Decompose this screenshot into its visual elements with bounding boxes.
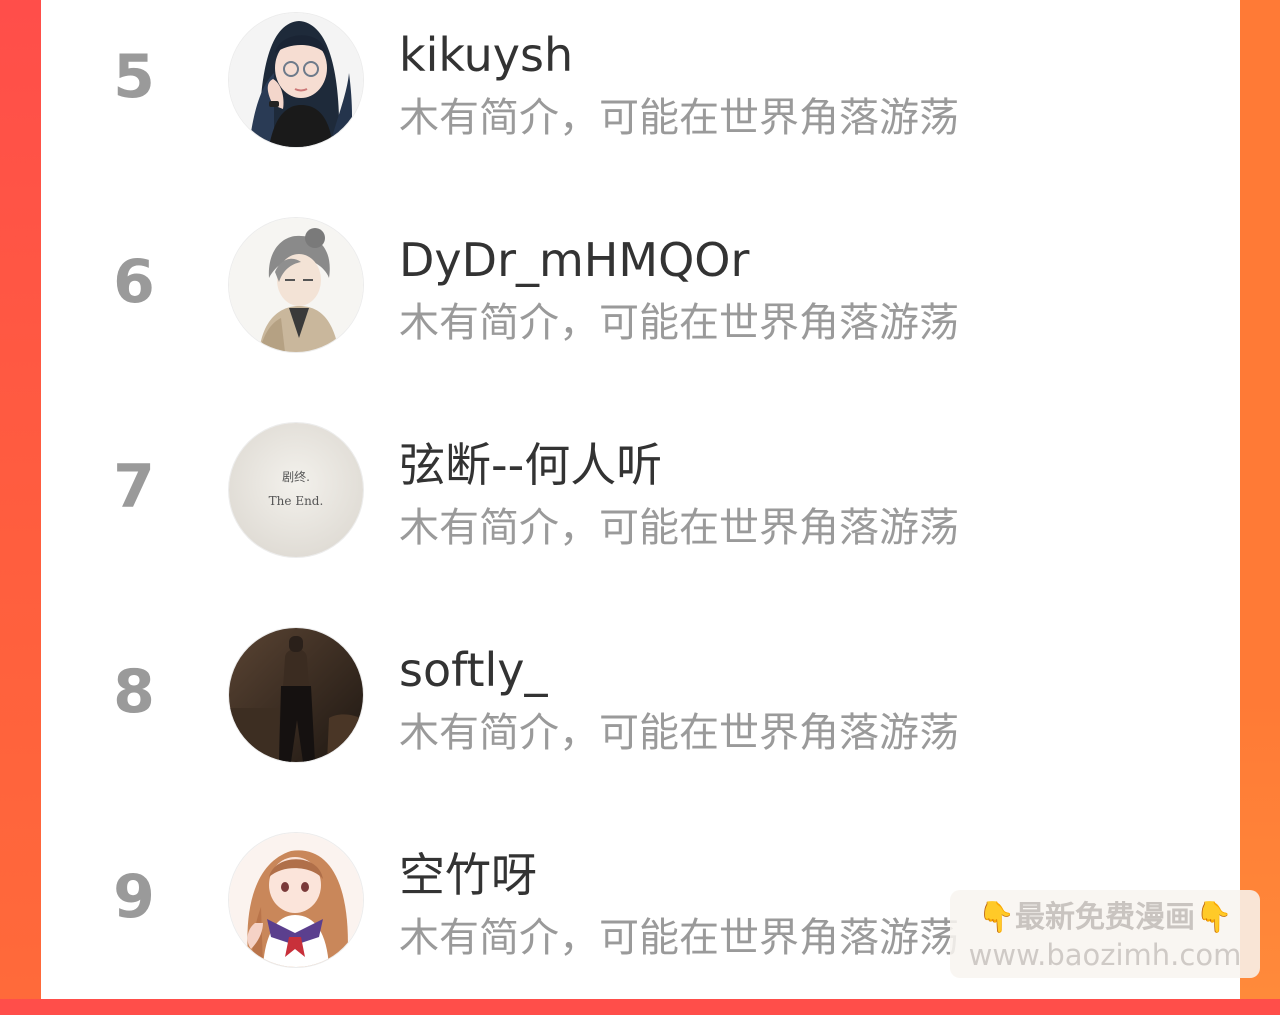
- avatar-grey-hair-boy-icon[interactable]: [229, 218, 363, 352]
- avatar-caption-en: The End.: [269, 494, 324, 508]
- watermark-url[interactable]: www.baozimh.com: [950, 936, 1260, 974]
- avatar-the-end-text-icon[interactable]: 剧终. The End.: [229, 423, 363, 557]
- rank-number: 5: [113, 42, 155, 112]
- user-name[interactable]: 空竹呀: [399, 847, 537, 903]
- ranking-panel: 5 kikuysh 木有简介，可能在世界角落游荡 6 DyDr_mHMQOr 木…: [41, 0, 1240, 999]
- rank-number: 9: [113, 862, 155, 932]
- avatar-dark-room-figure-icon[interactable]: [229, 628, 363, 762]
- avatar-anime-sailor-girl-icon[interactable]: [229, 833, 363, 967]
- user-name[interactable]: DyDr_mHMQOr: [399, 232, 749, 288]
- right-background-strip: [1240, 0, 1280, 999]
- ranking-row[interactable]: 7 剧终. The End. 弦断--何人听 木有简介，可能在世界角落游荡: [41, 423, 1240, 605]
- user-name[interactable]: 弦断--何人听: [399, 437, 662, 493]
- user-bio: 木有简介，可能在世界角落游荡: [399, 300, 959, 346]
- user-bio: 木有简介，可能在世界角落游荡: [399, 710, 959, 756]
- watermark-title: 👇最新免费漫画👇: [977, 900, 1233, 935]
- avatar-caption-cn: 剧终.: [282, 469, 310, 484]
- user-bio: 木有简介，可能在世界角落游荡: [399, 95, 959, 141]
- user-bio: 木有简介，可能在世界角落游荡: [399, 915, 959, 961]
- ranking-row[interactable]: 5 kikuysh 木有简介，可能在世界角落游荡: [41, 13, 1240, 195]
- ranking-row[interactable]: 8 softly_ 木有简介，可能在世界角落游荡: [41, 628, 1240, 810]
- site-watermark[interactable]: 👇最新免费漫画👇 www.baozimh.com: [950, 890, 1260, 978]
- avatar-glasses-girl-icon[interactable]: [229, 13, 363, 147]
- user-name[interactable]: kikuysh: [399, 27, 573, 83]
- user-bio: 木有简介，可能在世界角落游荡: [399, 505, 959, 551]
- ranking-row[interactable]: 6 DyDr_mHMQOr 木有简介，可能在世界角落游荡: [41, 218, 1240, 400]
- rank-number: 7: [113, 452, 155, 522]
- rank-number: 6: [113, 247, 155, 317]
- rank-number: 8: [113, 657, 155, 727]
- user-name[interactable]: softly_: [399, 642, 548, 698]
